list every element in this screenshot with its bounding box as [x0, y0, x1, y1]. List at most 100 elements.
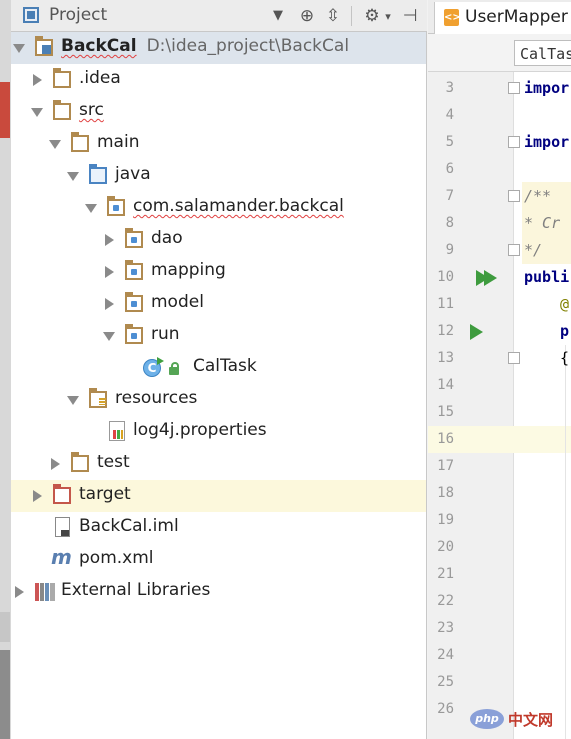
tree-node-model[interactable]: model: [11, 288, 427, 320]
code-line-10[interactable]: publi: [524, 268, 569, 286]
tree-label-main: main: [97, 132, 140, 152]
expand-arrow-icon[interactable]: [15, 586, 24, 598]
chevron-down-icon[interactable]: ▼: [273, 8, 283, 23]
tree-node-test[interactable]: test: [11, 448, 427, 480]
expand-arrow-icon[interactable]: [105, 266, 114, 278]
code-line-13[interactable]: {: [560, 349, 569, 367]
tree-node-dao[interactable]: dao: [11, 224, 427, 256]
collapse-arrow-icon[interactable]: [103, 332, 115, 341]
gear-dropdown-chevron-icon[interactable]: ▾: [383, 5, 393, 27]
line-number: 8: [445, 215, 454, 231]
module-name: BackCal D:\idea_project\BackCal: [61, 36, 349, 56]
run-method-icon[interactable]: [470, 324, 483, 340]
settings-gear-icon[interactable]: ⚙: [361, 5, 383, 27]
tree-node-main[interactable]: main: [11, 128, 427, 160]
collapse-arrow-icon[interactable]: [67, 172, 79, 181]
tree-node-pom[interactable]: m pom.xml: [11, 544, 427, 576]
tree-node-java[interactable]: java: [11, 160, 427, 192]
line-number: 12: [437, 323, 454, 339]
collapse-arrow-icon[interactable]: [85, 204, 97, 213]
properties-file-icon: [109, 421, 125, 441]
editor-tab-usermapper[interactable]: <> UserMapper: [434, 2, 571, 34]
code-line-5[interactable]: impor: [524, 133, 569, 151]
fold-marker-icon[interactable]: [508, 136, 520, 148]
collapse-arrow-icon[interactable]: [67, 396, 79, 405]
expand-arrow-icon[interactable]: [33, 490, 42, 502]
tree-label-iml: BackCal.iml: [79, 516, 179, 536]
hide-panel-icon[interactable]: ⊣: [399, 5, 421, 27]
fold-marker-icon[interactable]: [508, 244, 520, 256]
tree-node-src[interactable]: src: [11, 96, 427, 128]
run-class-icon[interactable]: [476, 270, 497, 286]
tree-node-module[interactable]: BackCal D:\idea_project\BackCal: [11, 32, 427, 64]
scroll-from-source-icon[interactable]: ⊕: [296, 5, 318, 27]
code-line-12[interactable]: p: [560, 322, 569, 340]
tree-node-target[interactable]: target: [11, 480, 427, 512]
indent-guide: [565, 345, 566, 739]
tree-node-caltask[interactable]: C CalTask: [11, 352, 427, 384]
fold-marker-icon[interactable]: [508, 352, 520, 364]
watermark-text: 中文网: [508, 711, 554, 729]
source-folder-icon: [89, 164, 107, 184]
tree-label-model: model: [151, 292, 204, 312]
code-line-9[interactable]: */: [524, 241, 542, 259]
folder-icon: [71, 452, 89, 472]
project-panel-title[interactable]: Project: [49, 5, 107, 25]
collapse-arrow-icon[interactable]: [31, 108, 43, 117]
line-number: 24: [437, 647, 454, 663]
code-line-8[interactable]: * Cr: [524, 214, 560, 232]
expand-arrow-icon[interactable]: [51, 458, 60, 470]
collapse-arrow-icon[interactable]: [13, 44, 25, 53]
line-number: 5: [445, 134, 454, 150]
tree-node-external-libraries[interactable]: External Libraries: [11, 576, 427, 608]
tree-node-mapping[interactable]: mapping: [11, 256, 427, 288]
line-number: 7: [445, 188, 454, 204]
project-panel-header: Project ▼ ⊕ ⇳ ⚙ ▾ ⊣: [11, 0, 427, 32]
expand-arrow-icon[interactable]: [105, 234, 114, 246]
line-number: 16: [437, 431, 454, 447]
runnable-badge-icon: [157, 357, 164, 365]
tree-label-test: test: [97, 452, 130, 472]
tree-node-package[interactable]: com.salamander.backcal: [11, 192, 427, 224]
lock-icon: [169, 362, 179, 375]
tree-node-idea[interactable]: .idea: [11, 64, 427, 96]
tree-label-run: run: [151, 324, 180, 344]
expand-arrow-icon[interactable]: [33, 74, 42, 86]
tree-node-resources[interactable]: resources: [11, 384, 427, 416]
tree-label-dao: dao: [151, 228, 183, 248]
tree-label-idea: .idea: [79, 68, 121, 88]
line-number: 6: [445, 161, 454, 177]
package-icon: [107, 196, 125, 216]
left-strip-tab-2[interactable]: [0, 612, 10, 642]
fold-marker-icon[interactable]: [508, 82, 520, 94]
left-strip-scroll[interactable]: [0, 650, 10, 739]
line-number: 21: [437, 566, 454, 582]
code-editor: <> UserMapper CalTas 3 4 5 6 7 8 9 10 11 12 13 14 15…: [428, 0, 571, 739]
libraries-icon: [35, 583, 55, 601]
expand-arrow-icon[interactable]: [105, 298, 114, 310]
line-number: 26: [437, 701, 454, 717]
line-number: 22: [437, 593, 454, 609]
code-line-3[interactable]: impor: [524, 79, 569, 97]
package-icon: [125, 292, 143, 312]
tree-label-java: java: [115, 164, 151, 184]
package-icon: [125, 260, 143, 280]
line-number: 10: [437, 269, 454, 285]
fold-marker-icon[interactable]: [508, 190, 520, 202]
left-strip-tab[interactable]: [0, 82, 10, 138]
editor-tab-bar: <> UserMapper: [428, 0, 571, 34]
tree-node-run[interactable]: run: [11, 320, 427, 352]
tree-node-log4j[interactable]: log4j.properties: [11, 416, 427, 448]
code-line-7[interactable]: /**: [524, 187, 551, 205]
code-line-11[interactable]: @: [560, 295, 569, 313]
toolbar-divider: [351, 6, 352, 26]
tree-label-mapping: mapping: [151, 260, 226, 280]
module-icon: [35, 36, 53, 56]
tree-node-iml[interactable]: BackCal.iml: [11, 512, 427, 544]
collapse-arrow-icon[interactable]: [49, 140, 61, 149]
iml-file-icon: [55, 517, 70, 537]
collapse-all-icon[interactable]: ⇳: [322, 5, 344, 27]
folder-icon: [53, 100, 71, 120]
tree-label-package: com.salamander.backcal: [133, 196, 344, 216]
package-icon: [125, 324, 143, 344]
